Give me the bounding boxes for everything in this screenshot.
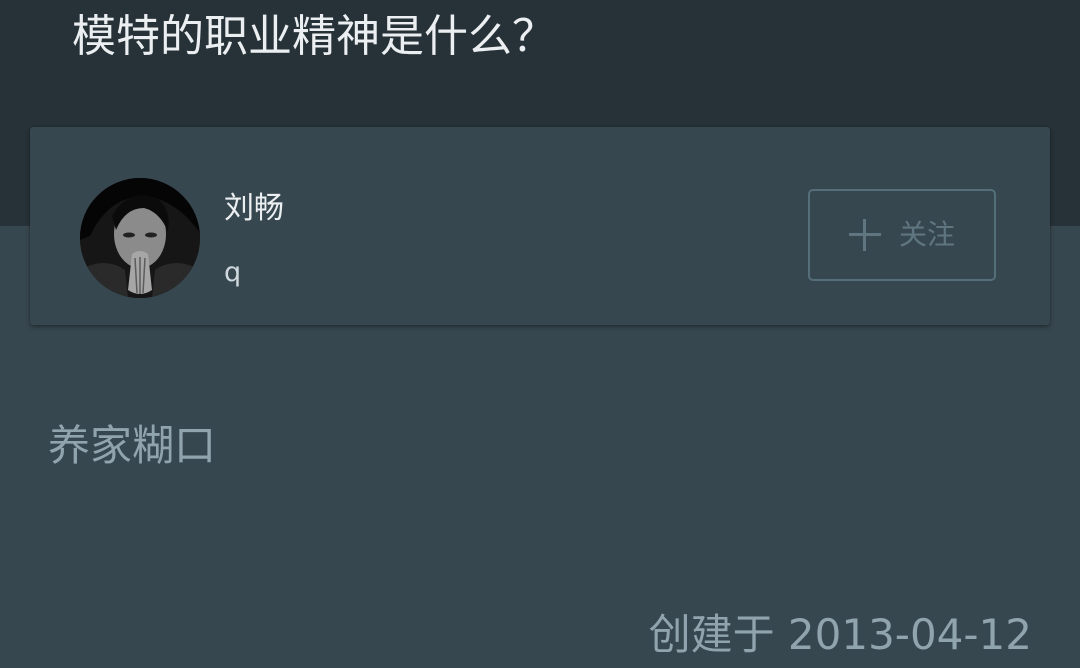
avatar[interactable] <box>80 178 200 298</box>
author-bio: q <box>224 257 242 288</box>
author-name[interactable]: 刘畅 <box>224 189 284 229</box>
plus-icon <box>848 219 881 251</box>
author-card[interactable]: 刘畅 q 关注 <box>30 127 1050 325</box>
answer-page: 模特的职业精神是什么？ 刘畅 q 关注 养家糊口 创建于 2013-04-12 <box>0 0 1080 668</box>
created-date: 创建于 2013-04-12 <box>648 610 1032 659</box>
follow-button[interactable]: 关注 <box>808 189 996 281</box>
answer-content: 养家糊口 <box>48 421 217 470</box>
follow-label: 关注 <box>898 218 955 251</box>
avatar-photo-icon <box>80 178 200 298</box>
question-title[interactable]: 模特的职业精神是什么？ <box>72 4 556 70</box>
